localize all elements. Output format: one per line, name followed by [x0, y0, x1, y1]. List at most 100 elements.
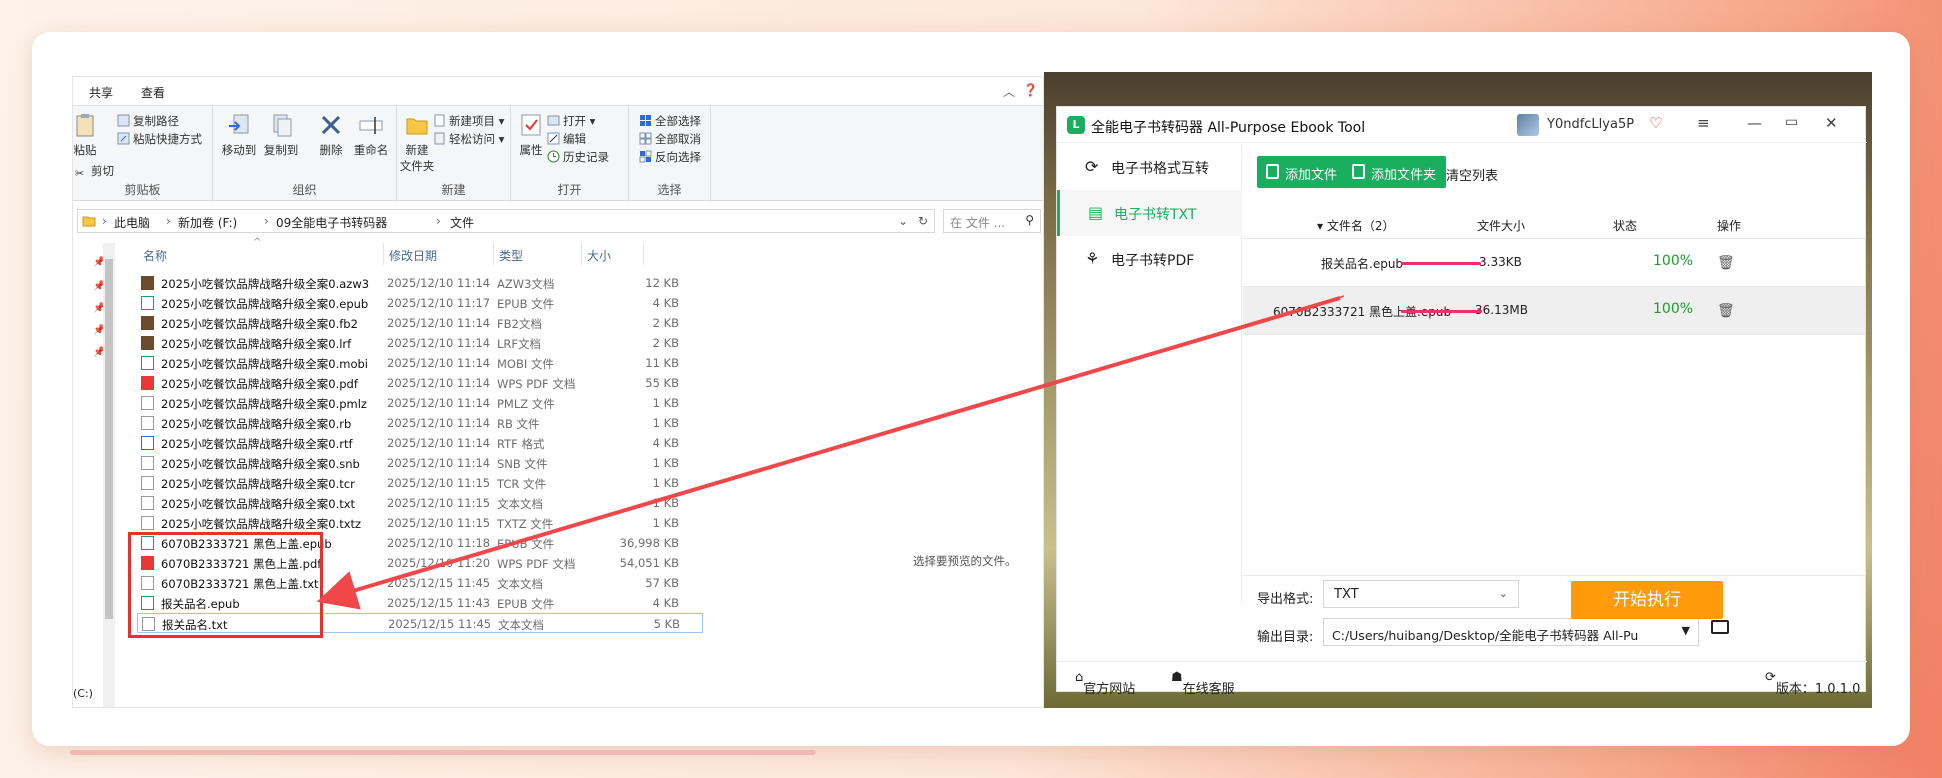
file-date: 2025/12/10 11:17: [387, 296, 491, 310]
minimize-icon[interactable]: —: [1747, 114, 1762, 132]
breadcrumb-app-folder[interactable]: 09全能电子书转码器: [276, 214, 387, 231]
file-row[interactable]: 2025小吃餐饮品牌战略升级全案0.mobi 2025/12/10 11:14 MO…: [137, 353, 703, 373]
copy-path-button[interactable]: 复制路径: [117, 112, 179, 130]
file-row[interactable]: 2025小吃餐饮品牌战略升级全案0.epub 2025/12/10 11:17 EP…: [137, 293, 703, 313]
column-header-name[interactable]: 名称: [143, 247, 167, 264]
add-folder-button[interactable]: 添加文件夹: [1343, 156, 1447, 188]
export-format-value: TXT: [1334, 587, 1359, 602]
file-date: 2025/12/15 11:45: [387, 576, 491, 590]
header-action: 操作: [1717, 219, 1742, 233]
edit-button[interactable]: 编辑: [547, 130, 586, 148]
column-header-size[interactable]: 大小: [587, 247, 611, 264]
edit-label: 编辑: [563, 132, 586, 146]
edit-icon: [547, 132, 560, 145]
move-to-button[interactable]: 移动到: [219, 112, 259, 158]
file-row[interactable]: 2025小吃餐饮品牌战略升级全案0.tcr 2025/12/10 11:15 TCR…: [137, 473, 703, 493]
column-divider[interactable]: [643, 243, 644, 265]
online-support-link[interactable]: ☗ 在线客服: [1171, 670, 1235, 697]
select-none-button[interactable]: 全部取消: [639, 130, 701, 148]
breadcrumb-files[interactable]: 文件: [450, 214, 474, 231]
file-row[interactable]: 2025小吃餐饮品牌战略升级全案0.rb 2025/12/10 11:14 RB 文…: [137, 413, 703, 433]
clipboard-group: 粘贴 复制路径 粘贴快捷方式 ✂ 剪切 剪贴板: [73, 106, 213, 202]
vip-heart-icon[interactable]: ♡: [1649, 114, 1662, 132]
copy-to-button[interactable]: 复制到: [261, 112, 301, 158]
new-item-button[interactable]: 新建项目 ▾: [433, 112, 504, 130]
tab-share[interactable]: 共享: [89, 84, 113, 101]
horizontal-scroll-hint[interactable]: [70, 750, 816, 755]
file-row[interactable]: 2025小吃餐饮品牌战略升级全案0.txtz 2025/12/10 11:15 TX…: [137, 513, 703, 533]
file-type: RTF 格式: [497, 437, 545, 451]
table-row[interactable]: 报关品名.epub 3.33KB 100% 🗑: [1243, 239, 1865, 287]
file-row[interactable]: 2025小吃餐饮品牌战略升级全案0.fb2 2025/12/10 11:14 FB2…: [137, 313, 703, 333]
file-type: WPS PDF 文档: [497, 557, 576, 571]
file-row[interactable]: 2025小吃餐饮品牌战略升级全案0.azw3 2025/12/10 11:14 AZ…: [137, 273, 703, 293]
tab-view[interactable]: 查看: [141, 84, 165, 101]
file-row[interactable]: 2025小吃餐饮品牌战略升级全案0.pdf 2025/12/10 11:14 WPS…: [137, 373, 703, 393]
nav-scroll-thumb[interactable]: [105, 259, 113, 619]
export-format-select[interactable]: TXT ⌄: [1323, 580, 1519, 608]
select-all-button[interactable]: 全部选择: [639, 112, 701, 130]
cut-button[interactable]: ✂ 剪切: [75, 162, 114, 180]
header-filename[interactable]: ▾ 文件名（2）: [1317, 217, 1394, 234]
sidebar: ⟳ 电子书格式互转 ▤ 电子书转TXT ⚘ 电子书转PDF: [1057, 144, 1242, 604]
official-website-link[interactable]: ⌂ 官方网站: [1075, 670, 1135, 697]
delete-button[interactable]: 删除: [311, 112, 351, 158]
output-dir-select[interactable]: C:/Users/huibang/Desktop/全能电子书转码器 All-Pu…: [1323, 618, 1699, 646]
delete-row-trash-icon[interactable]: 🗑: [1717, 255, 1735, 271]
rename-button[interactable]: 重命名: [351, 112, 391, 158]
file-row[interactable]: 2025小吃餐饮品牌战略升级全案0.rtf 2025/12/10 11:14 RTF…: [137, 433, 703, 453]
select-all-icon: [640, 115, 651, 126]
history-button[interactable]: 历史记录: [547, 148, 609, 166]
table-row[interactable]: 6070B2333721 黑色上盖.epub 36.13MB 100% 🗑: [1243, 287, 1865, 335]
easy-access-button[interactable]: 轻松访问 ▾: [433, 130, 504, 148]
paste-button[interactable]: 粘贴: [73, 112, 105, 158]
file-size: 1 KB: [652, 516, 679, 530]
file-name: 2025小吃餐饮品牌战略升级全案0.txtz: [161, 517, 362, 531]
nav-ebook-to-pdf[interactable]: ⚘ 电子书转PDF: [1057, 236, 1242, 282]
menu-icon[interactable]: ≡: [1697, 114, 1710, 132]
search-input[interactable]: 在 文件 ... ⚲: [943, 209, 1041, 233]
file-name: 2025小吃餐饮品牌战略升级全案0.azw3: [161, 277, 370, 291]
output-dir-label: 输出目录:: [1257, 630, 1314, 645]
start-button[interactable]: 开始执行: [1571, 581, 1723, 619]
clear-list-button[interactable]: 清空列表: [1446, 165, 1498, 184]
user-avatar[interactable]: [1517, 114, 1539, 136]
paste-shortcut-button[interactable]: 粘贴快捷方式: [117, 130, 202, 148]
maximize-icon[interactable]: ▭: [1785, 114, 1798, 130]
file-name: 2025小吃餐饮品牌战略升级全案0.epub: [161, 297, 369, 311]
breadcrumb-volume-f[interactable]: 新加卷 (F:): [178, 214, 237, 231]
column-divider[interactable]: [383, 243, 384, 265]
nav-scrollbar[interactable]: [103, 243, 115, 707]
breadcrumb-this-pc[interactable]: 此电脑: [114, 214, 150, 231]
file-row[interactable]: 2025小吃餐饮品牌战略升级全案0.txt 2025/12/10 11:15 文本文…: [137, 493, 703, 513]
column-header-type[interactable]: 类型: [499, 247, 523, 264]
address-dropdown-icon[interactable]: ⌄: [898, 214, 908, 228]
nav-format-convert[interactable]: ⟳ 电子书格式互转: [1057, 144, 1242, 190]
address-bar[interactable]: › 此电脑 › 新加卷 (F:) › 09全能电子书转码器 › 文件 ⌄ ↻: [77, 209, 935, 233]
caret-down-icon: ▼: [1677, 624, 1690, 637]
username[interactable]: Y0ndfcLlya5P: [1547, 117, 1634, 132]
add-file-button[interactable]: 添加文件: [1257, 156, 1348, 188]
version-label: 版本：1.0.1.0: [1775, 682, 1861, 697]
file-row[interactable]: 2025小吃餐饮品牌战略升级全案0.lrf 2025/12/10 11:14 LRF…: [137, 333, 703, 353]
header-status: 状态: [1613, 219, 1638, 233]
open-folder-icon[interactable]: [1711, 620, 1729, 634]
help-icon[interactable]: ❓: [1023, 83, 1038, 97]
open-button[interactable]: 打开 ▾: [547, 112, 595, 130]
column-header-date[interactable]: 修改日期: [389, 247, 437, 264]
column-divider[interactable]: [581, 243, 582, 265]
column-divider[interactable]: [493, 243, 494, 265]
file-row[interactable]: 2025小吃餐饮品牌战略升级全案0.pmlz 2025/12/10 11:14 PM…: [137, 393, 703, 413]
nav-ebook-to-txt[interactable]: ▤ 电子书转TXT: [1057, 190, 1242, 236]
close-icon[interactable]: ✕: [1825, 114, 1838, 132]
file-row[interactable]: 2025小吃餐饮品牌战略升级全案0.snb 2025/12/10 11:14 SNB…: [137, 453, 703, 473]
file-type: FB2文档: [497, 317, 542, 331]
drive-c[interactable]: (C:): [73, 687, 93, 700]
invert-selection-button[interactable]: 反向选择: [639, 148, 701, 166]
app-logo-icon: L: [1067, 116, 1085, 134]
delete-row-trash-icon[interactable]: 🗑: [1717, 303, 1735, 319]
refresh-icon[interactable]: ↻: [918, 214, 928, 228]
collapse-ribbon-icon[interactable]: ︿: [1003, 83, 1015, 100]
properties-button[interactable]: 属性: [511, 112, 551, 158]
new-folder-button[interactable]: 新建 文件夹: [397, 112, 437, 174]
